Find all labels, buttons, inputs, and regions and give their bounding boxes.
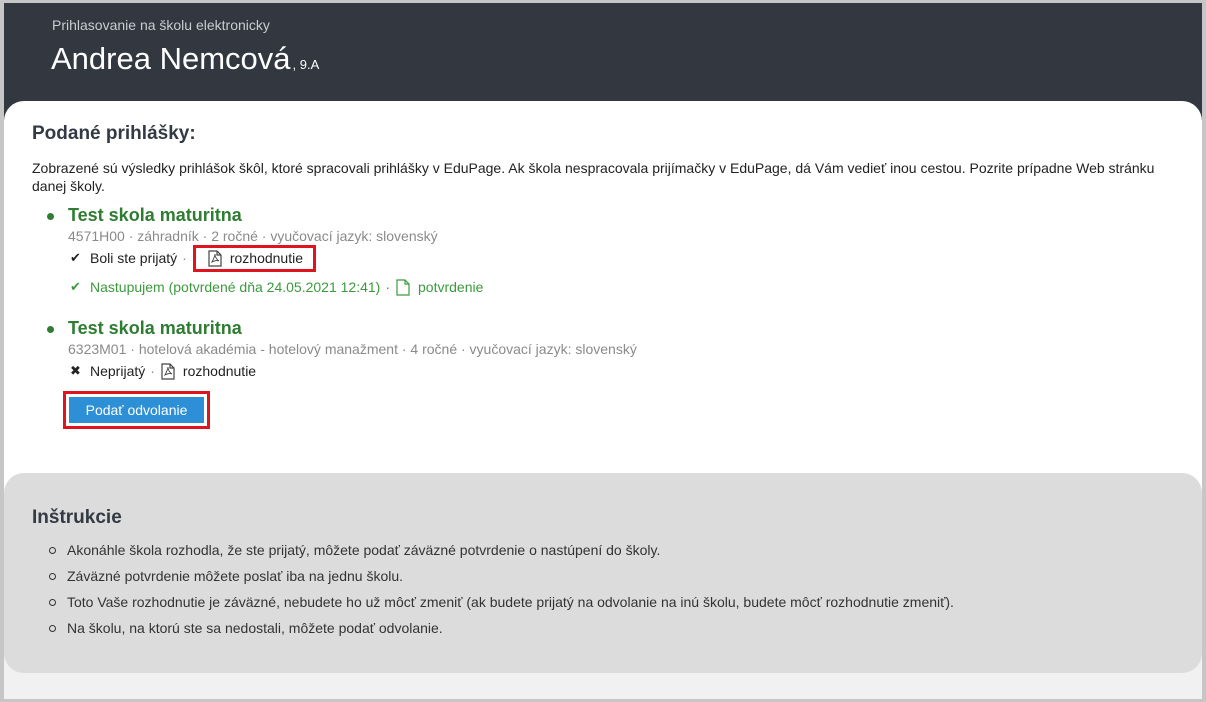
header-subtitle: Prihlasovanie na školu elektronicky [52, 17, 270, 33]
instruction-item: Na školu, na ktorú ste sa nedostali, môž… [49, 619, 954, 645]
instruction-item: Záväzné potvrdenie môžete poslať iba na … [49, 567, 954, 593]
instruction-item: Toto Vaše rozhodnutie je záväzné, nebude… [49, 593, 954, 619]
bullet-icon [47, 326, 54, 333]
status-row: ✖ Neprijatý · rozhodnutie [70, 361, 256, 381]
confirmation-link[interactable]: potvrdenie [396, 278, 484, 296]
list-bullet-icon [49, 547, 56, 554]
list-bullet-icon [49, 625, 56, 632]
instruction-text: Na školu, na ktorú ste sa nedostali, môž… [67, 620, 443, 636]
check-icon: ✔ [70, 250, 81, 265]
confirm-row: ✔ Nastupujem (potvrdené dňa 24.05.2021 1… [70, 277, 483, 297]
instructions-title: Inštrukcie [32, 507, 122, 528]
instructions-panel: Inštrukcie Akonáhle škola rozhodla, že s… [4, 473, 1202, 673]
list-bullet-icon [49, 573, 56, 580]
decision-label: rozhodnutie [182, 363, 257, 379]
student-name: Andrea Nemcová [51, 41, 291, 76]
confirmation-label: potvrdenie [418, 279, 484, 295]
student-title: Andrea Nemcová, 9.A [51, 41, 319, 77]
status-text: Neprijatý [90, 363, 146, 379]
confirm-status: Nastupujem (potvrdené dňa 24.05.2021 12:… [90, 279, 381, 295]
status-row: ✔ Boli ste prijatý · rozhodnutie [70, 243, 316, 273]
page-frame: Prihlasovanie na školu elektronicky Andr… [4, 3, 1202, 699]
school-name[interactable]: Test skola maturitna [68, 205, 242, 226]
pdf-icon [161, 362, 175, 380]
decision-label: rozhodnutie [229, 250, 303, 266]
student-class: , 9.A [292, 57, 320, 72]
check-icon: ✔ [70, 279, 81, 294]
applications-card: Podané prihlášky: Zobrazené sú výsledky … [4, 101, 1202, 521]
instruction-text: Záväzné potvrdenie môžete poslať iba na … [67, 568, 404, 584]
instruction-text: Toto Vaše rozhodnutie je záväzné, nebude… [67, 594, 954, 610]
appeal-button[interactable]: Podať odvolanie [69, 397, 204, 423]
document-icon [396, 278, 410, 296]
separator: · [385, 279, 390, 295]
appeal-highlight: Podať odvolanie [63, 391, 210, 429]
list-bullet-icon [49, 599, 56, 606]
pdf-icon [208, 249, 222, 267]
school-meta: 4571H00 · záhradník · 2 ročné · vyučovac… [68, 228, 438, 244]
applications-intro: Zobrazené sú výsledky prihlášok škôl, kt… [32, 160, 1155, 194]
cross-icon: ✖ [70, 363, 81, 378]
status-text: Boli ste prijatý [90, 250, 178, 266]
separator: · [182, 250, 187, 266]
decision-link[interactable]: rozhodnutie [161, 362, 257, 380]
school-name[interactable]: Test skola maturitna [68, 318, 242, 339]
decision-link[interactable]: rozhodnutie [192, 244, 316, 272]
bullet-icon [47, 213, 54, 220]
separator: · [150, 363, 155, 379]
instruction-text: Akonáhle škola rozhodla, že ste prijatý,… [67, 542, 661, 558]
instruction-item: Akonáhle škola rozhodla, že ste prijatý,… [49, 541, 954, 567]
school-meta: 6323M01 · hotelová akadémia - hotelový m… [68, 341, 637, 357]
instructions-list: Akonáhle škola rozhodla, že ste prijatý,… [49, 541, 954, 645]
applications-title: Podané prihlášky: [32, 123, 196, 144]
